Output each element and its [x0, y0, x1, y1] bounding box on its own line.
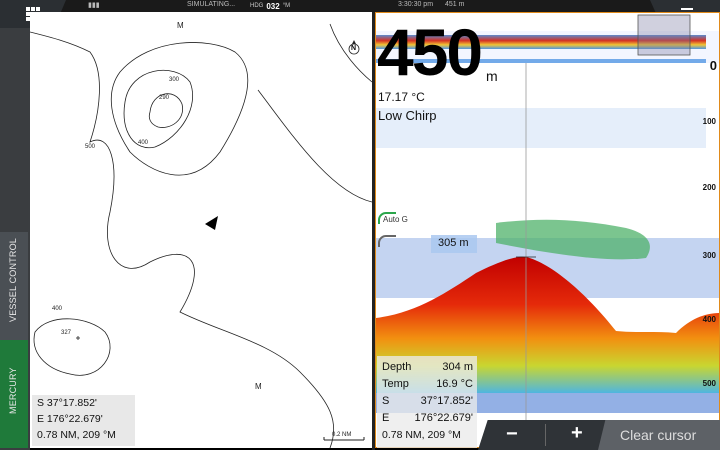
- contour-label: 327: [61, 330, 72, 336]
- cursor-lat: S 37°17.852': [37, 397, 97, 409]
- heading-readout: HDG 032 °M: [250, 0, 290, 12]
- mercury-label: MERCURY: [8, 367, 18, 414]
- info-temp-val: 16.9 °C: [436, 378, 473, 390]
- chart-contours: [30, 23, 372, 448]
- depth-readout: 450: [377, 15, 483, 89]
- depth-small: 451 m: [445, 1, 465, 8]
- depth-unit: m: [486, 68, 498, 84]
- contour-label: 400: [138, 140, 149, 146]
- range-arc-icon[interactable]: [378, 235, 396, 247]
- mercury-tab[interactable]: MERCURY: [0, 340, 28, 448]
- sonar-mode: Low Chirp: [378, 108, 437, 123]
- depth-scale-500: 500: [702, 379, 716, 388]
- vessel-control-label: VESSEL CONTROL: [8, 238, 18, 322]
- zoom-divider: [545, 424, 546, 446]
- water-temp: 17.17 °C: [378, 90, 425, 104]
- top-status-bar: [0, 0, 720, 12]
- cursor-lon: E 176°22.679': [37, 413, 103, 425]
- clock: 3:30:30 pm: [398, 1, 434, 8]
- scale-label: 0.2 NM: [332, 432, 352, 438]
- signal-icon: ▮▮▮: [88, 2, 100, 9]
- contour-label: M: [255, 382, 262, 391]
- sonar-cursor-info: Depth 304 m Temp 16.9 °C S 37°17.852' E …: [377, 356, 477, 448]
- zoom-out-button[interactable]: −: [506, 423, 518, 446]
- clear-cursor-label[interactable]: Clear cursor: [620, 427, 696, 443]
- chart-cursor-info: S 37°17.852' E 176°22.679' 0.78 NM, 209 …: [32, 395, 135, 446]
- chart-panel[interactable]: N M 300 290 500 400 400 327 M 0.2 NM: [30, 12, 372, 448]
- heading-label: HDG: [250, 3, 264, 9]
- cursor-depth-label: 305 m: [438, 237, 469, 249]
- info-lon-val: 176°22.679': [414, 412, 474, 424]
- heading-value: 032: [266, 1, 280, 11]
- contour-label: 400: [52, 306, 63, 312]
- contour-label: 500: [85, 144, 96, 150]
- depth-scale-100: 100: [702, 117, 716, 126]
- status-text: SIMULATING...: [187, 1, 236, 8]
- contour-label: 290: [159, 95, 170, 101]
- info-lon-key: E: [382, 412, 390, 424]
- depth-scale-400: 400: [702, 315, 716, 324]
- vessel-control-tab[interactable]: VESSEL CONTROL: [0, 232, 28, 340]
- depth-scale-0: 0: [709, 58, 717, 73]
- heading-unit: °M: [282, 3, 291, 9]
- info-temp-key: Temp: [382, 378, 409, 390]
- contour-label: 300: [169, 77, 180, 83]
- zoom-in-button[interactable]: +: [571, 422, 583, 445]
- cursor-range-bearing: 0.78 NM, 209 °M: [37, 429, 116, 441]
- info-lat-key: S: [382, 395, 390, 407]
- info-depth-val: 304 m: [442, 361, 473, 373]
- info-lat-val: 37°17.852': [420, 395, 473, 407]
- cursor-depth-tag: 305 m: [431, 235, 477, 253]
- gain-label: Auto G: [383, 215, 408, 224]
- depth-scale-300: 300: [702, 251, 716, 260]
- info-range-bearing: 0.78 NM, 209 °M: [382, 429, 461, 441]
- info-depth-key: Depth: [382, 361, 412, 373]
- north-label: N: [351, 45, 357, 52]
- depth-scale-200: 200: [702, 183, 716, 192]
- contour-label: M: [177, 21, 184, 30]
